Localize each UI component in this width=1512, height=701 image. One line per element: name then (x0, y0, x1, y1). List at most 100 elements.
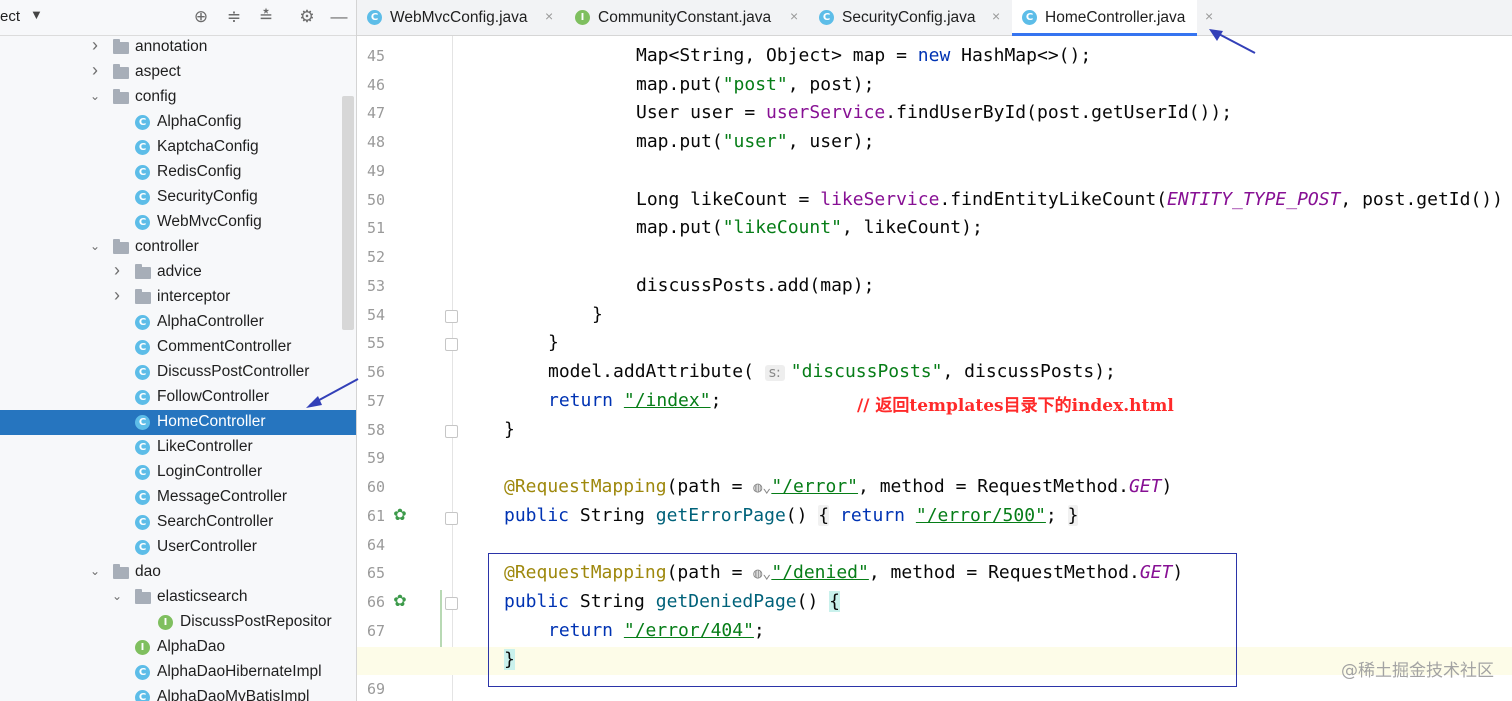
close-icon[interactable]: × (545, 8, 553, 24)
tree-item[interactable]: C WebMvcConfig (0, 210, 356, 235)
tree-item-label: AlphaConfig (157, 113, 242, 130)
tree-item[interactable]: C MessageController (0, 485, 356, 510)
line-number: 52 (366, 248, 385, 266)
gear-icon[interactable]: ⚙ (296, 6, 318, 28)
class-icon: C (135, 540, 150, 555)
class-icon: C (135, 465, 150, 480)
tree-item-label: aspect (135, 63, 181, 80)
chevron-down-icon[interactable]: ⌄ (111, 589, 123, 603)
code-comment: // 返回templates目录下的index.html (857, 396, 1174, 416)
tree-item[interactable]: › aspect (0, 60, 356, 85)
code-line: map.put("post", post); (636, 74, 875, 95)
tree-item[interactable]: C HomeController (0, 410, 356, 435)
highlight-box (488, 553, 1237, 687)
tree-item-label: HomeController (157, 413, 266, 430)
project-scrollbar[interactable] (342, 96, 354, 330)
tab-label: SecurityConfig.java (842, 9, 976, 26)
close-icon[interactable]: × (790, 8, 798, 24)
tree-item[interactable]: › annotation (0, 35, 356, 60)
tree-item[interactable]: C LoginController (0, 460, 356, 485)
project-toolbar: ect ▼ ⊕ ≑ ≛ ⚙ — (0, 0, 356, 36)
class-icon: C (135, 490, 150, 505)
chevron-right-icon[interactable]: › (89, 35, 101, 56)
tree-item[interactable]: C LikeController (0, 435, 356, 460)
editor-tab[interactable]: I CommunityConstant.java × (565, 0, 807, 35)
code-line: @RequestMapping(path = ◍⌄"/error", metho… (504, 476, 1173, 497)
expand-all-icon[interactable]: ≑ (223, 6, 245, 28)
tree-item[interactable]: C AlphaConfig (0, 110, 356, 135)
tree-item-label: FollowController (157, 388, 269, 405)
line-number: 59 (366, 449, 385, 467)
class-icon: C (135, 315, 150, 330)
tree-item[interactable]: C AlphaDaoHibernateImpl (0, 660, 356, 685)
interface-icon: I (135, 640, 150, 655)
tree-item[interactable]: C CommentController (0, 335, 356, 360)
editor-tab[interactable]: C HomeController.java × (1012, 0, 1213, 36)
tree-item[interactable]: I DiscussPostRepositor (0, 610, 356, 635)
editor-tab[interactable]: C SecurityConfig.java × (809, 0, 1010, 35)
chevron-right-icon[interactable]: › (111, 260, 123, 281)
tree-item[interactable]: C RedisConfig (0, 160, 356, 185)
chevron-right-icon[interactable]: › (111, 285, 123, 306)
folder-icon (113, 564, 129, 579)
tab-label: WebMvcConfig.java (390, 9, 528, 26)
tree-item[interactable]: › interceptor (0, 285, 356, 310)
line-number: 49 (366, 162, 385, 180)
code-line: } (592, 304, 603, 325)
editor-tab[interactable]: C WebMvcConfig.java × (357, 0, 563, 35)
tree-item[interactable]: I AlphaDao (0, 635, 356, 660)
code-line: } (548, 332, 559, 353)
class-icon: C (135, 165, 150, 180)
code-line: User user = userService.findUserById(pos… (636, 102, 1233, 123)
chevron-right-icon[interactable]: › (89, 60, 101, 81)
tree-item[interactable]: ⌄ config (0, 85, 356, 110)
tree-item[interactable]: C KaptchaConfig (0, 135, 356, 160)
globe-icon[interactable]: ◍⌄ (753, 478, 771, 496)
tree-item-label: DiscussPostController (157, 363, 310, 380)
code-line: discussPosts.add(map); (636, 275, 875, 296)
code-line: return "/index";// 返回templates目录下的index.… (548, 390, 1174, 416)
code-line: Long likeCount = likeService.findEntityL… (636, 189, 1503, 210)
code-line: map.put("user", user); (636, 131, 875, 152)
string-literal[interactable]: "/index" (624, 390, 711, 411)
tree-item-label: controller (135, 238, 199, 255)
string-literal[interactable]: "/error" (771, 476, 858, 497)
chevron-down-icon[interactable]: ▼ (30, 7, 43, 22)
tree-item[interactable]: C AlphaDaoMyBatisImpl (0, 685, 356, 701)
class-icon: C (1022, 10, 1037, 25)
close-icon[interactable]: × (992, 8, 1000, 24)
collapse-all-icon[interactable]: ≛ (255, 6, 277, 28)
tree-item[interactable]: C AlphaController (0, 310, 356, 335)
minimize-icon[interactable]: — (328, 6, 350, 28)
editor-tab-bar: C WebMvcConfig.java × I CommunityConstant.ja… (357, 0, 1512, 36)
project-panel: ect ▼ ⊕ ≑ ≛ ⚙ — › annotation › aspect ⌄ confi… (0, 0, 357, 701)
chevron-down-icon[interactable]: ⌄ (89, 89, 101, 103)
tree-item[interactable]: C UserController (0, 535, 356, 560)
class-icon: C (135, 515, 150, 530)
tree-item-label: KaptchaConfig (157, 138, 259, 155)
tree-item-label: WebMvcConfig (157, 213, 262, 230)
string-literal[interactable]: "/error/500" (916, 505, 1046, 526)
interface-icon: I (575, 10, 590, 25)
tree-item-label: SecurityConfig (157, 188, 258, 205)
tree-item[interactable]: ⌄ dao (0, 560, 356, 585)
crosshair-icon[interactable]: ⊕ (190, 6, 212, 28)
tree-item-label: LikeController (157, 438, 253, 455)
string-literal: "likeCount" (722, 217, 842, 238)
tree-item[interactable]: C SecurityConfig (0, 185, 356, 210)
folder-icon (113, 89, 129, 104)
chevron-down-icon[interactable]: ⌄ (89, 564, 101, 578)
tree-item[interactable]: ⌄ elasticsearch (0, 585, 356, 610)
class-icon: C (135, 365, 150, 380)
tree-item[interactable]: ⌄ controller (0, 235, 356, 260)
tree-item[interactable]: › advice (0, 260, 356, 285)
tree-item-label: SearchController (157, 513, 274, 530)
tree-item-label: advice (157, 263, 202, 280)
line-number: 69 (366, 680, 385, 698)
class-icon: C (819, 10, 834, 25)
tree-item[interactable]: C SearchController (0, 510, 356, 535)
chevron-down-icon[interactable]: ⌄ (89, 239, 101, 253)
close-icon[interactable]: × (1205, 8, 1213, 24)
tree-item-label: RedisConfig (157, 163, 242, 180)
project-panel-title[interactable]: ect (0, 8, 20, 25)
